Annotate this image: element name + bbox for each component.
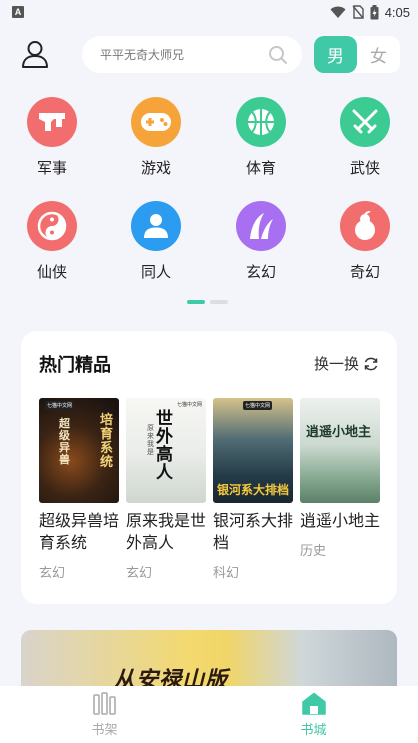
home-icon bbox=[301, 692, 326, 715]
crossed-swords-icon bbox=[340, 97, 390, 147]
cover-subtitle: 超级异兽 bbox=[59, 417, 70, 466]
category-fanfic[interactable]: 同人 bbox=[121, 201, 191, 282]
book-item[interactable]: 七猫中文网 银河系大排档 银河系大排档 科幻 bbox=[213, 398, 293, 581]
book-item[interactable]: 七猫中文网 世外高人 原来我是 原来我是世外高人 玄幻 bbox=[126, 398, 206, 581]
nav-label: 书城 bbox=[300, 723, 327, 738]
gamepad-icon bbox=[131, 97, 181, 147]
category-label: 军事 bbox=[36, 159, 67, 177]
book-cover: 七猫中文网 培育系统 超级异兽 bbox=[39, 398, 119, 503]
category-pager bbox=[187, 300, 228, 304]
status-time: 4:05 bbox=[384, 4, 410, 20]
book-item[interactable]: 七猫中文网 培育系统 超级异兽 超级异兽培育系统 玄幻 bbox=[39, 398, 119, 581]
yin-yang-icon bbox=[27, 201, 77, 251]
cover-title: 逍遥小地主 bbox=[306, 425, 372, 440]
app-notification-icon: A bbox=[12, 6, 24, 18]
publisher-logo: 七猫中文网 bbox=[45, 401, 75, 410]
user-profile-icon[interactable] bbox=[20, 39, 50, 69]
book-title: 银河系大排档 bbox=[213, 511, 294, 552]
category-fantasy[interactable]: 奇幻 bbox=[330, 201, 400, 282]
bottom-nav: 书架 书城 bbox=[0, 686, 418, 743]
category-label: 同人 bbox=[140, 263, 171, 281]
book-cover: 逍遥小地主 bbox=[300, 398, 380, 503]
pager-dot bbox=[210, 300, 228, 304]
category-label: 武侠 bbox=[349, 159, 380, 177]
basketball-icon bbox=[236, 97, 286, 147]
gun-icon bbox=[27, 97, 77, 147]
no-sim-icon bbox=[352, 5, 364, 19]
wifi-icon bbox=[330, 6, 346, 18]
category-label: 体育 bbox=[245, 159, 276, 177]
refresh-icon bbox=[364, 357, 378, 370]
category-sports[interactable]: 体育 bbox=[226, 97, 296, 178]
promo-banner[interactable]: 从安禄山版 bbox=[21, 630, 397, 690]
book-genre: 历史 bbox=[300, 544, 327, 559]
status-bar: A 4:05 bbox=[0, 0, 418, 24]
category-xianxia[interactable]: 仙侠 bbox=[17, 201, 87, 282]
nav-bookstore[interactable]: 书城 bbox=[209, 686, 418, 743]
book-title: 逍遥小地主 bbox=[300, 511, 381, 530]
gender-toggle: 男 女 bbox=[314, 36, 400, 73]
publisher-logo: 七猫中文网 bbox=[243, 401, 273, 410]
book-genre: 玄幻 bbox=[126, 566, 153, 581]
book-cover: 七猫中文网 银河系大排档 bbox=[213, 398, 293, 503]
cover-title: 世外高人 bbox=[156, 409, 173, 483]
category-label: 仙侠 bbox=[36, 263, 67, 281]
search-placeholder: 平平无奇大师兄 bbox=[100, 48, 185, 62]
publisher-logo: 七猫中文网 bbox=[176, 402, 202, 408]
book-title: 超级异兽培育系统 bbox=[39, 511, 120, 552]
book-title: 原来我是世外高人 bbox=[126, 511, 207, 552]
person-icon bbox=[131, 201, 181, 251]
category-label: 游戏 bbox=[140, 159, 171, 177]
gourd-icon bbox=[340, 201, 390, 251]
gender-female-button[interactable]: 女 bbox=[357, 36, 400, 73]
nav-label: 书架 bbox=[91, 723, 118, 738]
bookshelf-icon bbox=[92, 692, 116, 715]
category-wuxia[interactable]: 武侠 bbox=[330, 97, 400, 178]
cover-title: 银河系大排档 bbox=[217, 483, 290, 497]
book-genre: 玄幻 bbox=[39, 566, 66, 581]
header: 平平无奇大师兄 男 女 bbox=[0, 36, 418, 74]
category-game[interactable]: 游戏 bbox=[121, 97, 191, 178]
book-item[interactable]: 逍遥小地主 逍遥小地主 历史 bbox=[300, 398, 380, 559]
book-genre: 科幻 bbox=[213, 566, 240, 581]
search-bar[interactable]: 平平无奇大师兄 bbox=[82, 36, 302, 73]
section-title: 热门精品 bbox=[39, 355, 111, 376]
search-icon[interactable] bbox=[268, 45, 288, 65]
gender-male-button[interactable]: 男 bbox=[314, 36, 357, 73]
hot-picks-card: 热门精品 换一换 七猫中文网 培育系统 超级异兽 超级异兽培育系统 玄幻 七猫中… bbox=[21, 331, 397, 604]
category-military[interactable]: 军事 bbox=[17, 97, 87, 178]
refresh-button[interactable]: 换一换 bbox=[314, 353, 379, 374]
cover-title: 培育系统 bbox=[100, 413, 114, 470]
category-label: 奇幻 bbox=[349, 263, 380, 281]
category-xuanhuan[interactable]: 玄幻 bbox=[226, 201, 296, 282]
claw-icon bbox=[236, 201, 286, 251]
battery-icon bbox=[370, 4, 379, 19]
nav-bookshelf[interactable]: 书架 bbox=[0, 686, 209, 743]
pager-dot-active bbox=[187, 300, 205, 304]
category-label: 玄幻 bbox=[245, 263, 276, 281]
cover-subtitle: 原来我是 bbox=[147, 424, 154, 456]
refresh-label: 换一换 bbox=[313, 355, 359, 373]
book-cover: 七猫中文网 世外高人 原来我是 bbox=[126, 398, 206, 503]
